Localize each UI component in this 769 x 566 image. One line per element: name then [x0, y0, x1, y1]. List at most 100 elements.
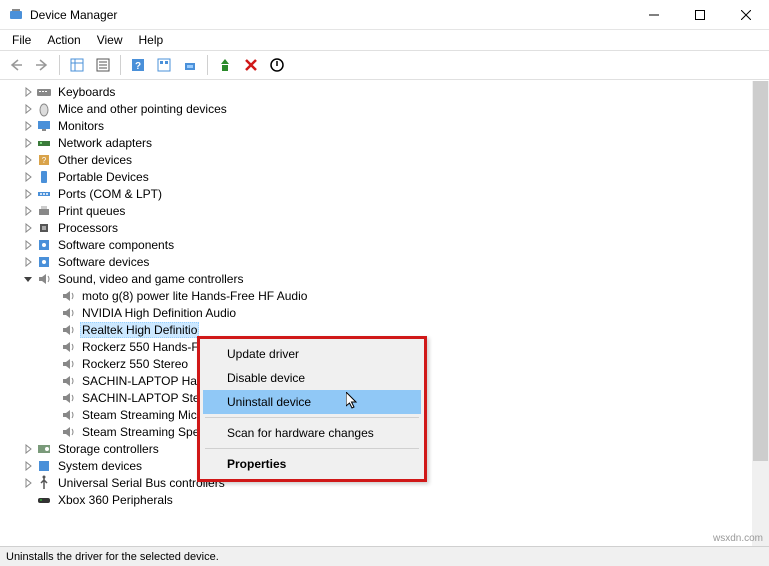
category-label: Mice and other pointing devices	[56, 102, 229, 116]
expander-icon[interactable]	[20, 271, 36, 287]
device-label: Steam Streaming Micr	[80, 408, 203, 422]
menu-view[interactable]: View	[89, 31, 131, 49]
category-icon	[36, 441, 52, 457]
category-label: System devices	[56, 459, 144, 473]
category-label: Software components	[56, 238, 176, 252]
category-label: Other devices	[56, 153, 134, 167]
tree-category[interactable]: Network adapters	[0, 134, 769, 151]
maximize-button[interactable]	[677, 0, 723, 30]
expander-icon[interactable]	[20, 237, 36, 253]
tree-category[interactable]: Software devices	[0, 253, 769, 270]
device-label: Realtek High Definitio	[80, 322, 199, 338]
sound-icon	[60, 356, 76, 372]
titlebar: Device Manager	[0, 0, 769, 30]
tree-category[interactable]: Keyboards	[0, 83, 769, 100]
expander-icon[interactable]	[20, 152, 36, 168]
sound-icon	[60, 305, 76, 321]
category-icon	[36, 118, 52, 134]
tree-category[interactable]: Print queues	[0, 202, 769, 219]
menu-help[interactable]: Help	[131, 31, 172, 49]
tree-category[interactable]: Xbox 360 Peripherals	[0, 491, 769, 508]
statusbar: Uninstalls the driver for the selected d…	[0, 546, 769, 566]
expander-icon[interactable]	[20, 475, 36, 491]
expander-icon[interactable]	[20, 118, 36, 134]
expander-icon[interactable]	[20, 254, 36, 270]
category-icon	[36, 271, 52, 287]
update-driver-button[interactable]	[213, 53, 237, 77]
properties-button[interactable]	[91, 53, 115, 77]
svg-text:?: ?	[135, 61, 141, 72]
context-menu-item[interactable]: Scan for hardware changes	[203, 421, 421, 445]
tree-device-item[interactable]: moto g(8) power lite Hands-Free HF Audio	[0, 287, 769, 304]
toolbar: ?	[0, 50, 769, 80]
tree-category[interactable]: Processors	[0, 219, 769, 236]
tree-category[interactable]: Ports (COM & LPT)	[0, 185, 769, 202]
category-icon	[36, 101, 52, 117]
show-hidden-button[interactable]	[65, 53, 89, 77]
watermark: wsxdn.com	[713, 533, 763, 544]
category-icon	[36, 186, 52, 202]
device-label: SACHIN-LAPTOP Han	[80, 374, 206, 388]
category-icon	[36, 458, 52, 474]
category-label: Software devices	[56, 255, 151, 269]
help-button[interactable]: ?	[126, 53, 150, 77]
sound-icon	[60, 390, 76, 406]
back-button[interactable]	[4, 53, 28, 77]
expander-icon[interactable]	[20, 492, 36, 508]
sound-icon	[60, 322, 76, 338]
expander-icon[interactable]	[20, 441, 36, 457]
uninstall-button[interactable]	[239, 53, 263, 77]
scan-button[interactable]	[178, 53, 202, 77]
category-label: Network adapters	[56, 136, 154, 150]
tree-category[interactable]: ? Other devices	[0, 151, 769, 168]
expander-icon[interactable]	[20, 220, 36, 236]
forward-button[interactable]	[30, 53, 54, 77]
window-title: Device Manager	[30, 8, 631, 22]
menu-file[interactable]: File	[4, 31, 39, 49]
expander-icon[interactable]	[20, 135, 36, 151]
expander-icon[interactable]	[20, 186, 36, 202]
context-menu-item[interactable]: Disable device	[203, 366, 421, 390]
context-menu-separator	[205, 417, 419, 418]
context-menu-item[interactable]: Properties	[203, 452, 421, 476]
tree-device-item[interactable]: NVIDIA High Definition Audio	[0, 304, 769, 321]
menubar: File Action View Help	[0, 30, 769, 50]
view-button[interactable]	[152, 53, 176, 77]
close-button[interactable]	[723, 0, 769, 30]
window-controls	[631, 0, 769, 30]
category-label: Ports (COM & LPT)	[56, 187, 164, 201]
expander-icon[interactable]	[20, 84, 36, 100]
tree-category[interactable]: Monitors	[0, 117, 769, 134]
tree-category[interactable]: Mice and other pointing devices	[0, 100, 769, 117]
tree-category[interactable]: Portable Devices	[0, 168, 769, 185]
sound-icon	[60, 288, 76, 304]
expander-icon[interactable]	[20, 169, 36, 185]
scrollbar-thumb[interactable]	[753, 81, 768, 461]
expander-icon[interactable]	[20, 203, 36, 219]
category-label: Processors	[56, 221, 120, 235]
category-label: Monitors	[56, 119, 106, 133]
category-icon	[36, 220, 52, 236]
device-label: SACHIN-LAPTOP Ster	[80, 391, 206, 405]
tree-category[interactable]: Software components	[0, 236, 769, 253]
category-label: Keyboards	[56, 85, 117, 99]
app-icon	[8, 7, 24, 23]
device-label: Steam Streaming Spea	[80, 425, 208, 439]
context-menu: Update driverDisable deviceUninstall dev…	[197, 336, 427, 482]
category-icon	[36, 203, 52, 219]
svg-text:?: ?	[42, 156, 47, 165]
category-icon: ?	[36, 152, 52, 168]
category-label: Storage controllers	[56, 442, 161, 456]
disable-button[interactable]	[265, 53, 289, 77]
expander-icon[interactable]	[20, 101, 36, 117]
expander-icon[interactable]	[20, 458, 36, 474]
context-menu-item[interactable]: Uninstall device	[203, 390, 421, 414]
vertical-scrollbar[interactable]	[752, 81, 769, 546]
sound-icon	[60, 339, 76, 355]
tree-category[interactable]: Sound, video and game controllers	[0, 270, 769, 287]
context-menu-item[interactable]: Update driver	[203, 342, 421, 366]
menu-action[interactable]: Action	[39, 31, 88, 49]
category-icon	[36, 254, 52, 270]
sound-icon	[60, 373, 76, 389]
minimize-button[interactable]	[631, 0, 677, 30]
